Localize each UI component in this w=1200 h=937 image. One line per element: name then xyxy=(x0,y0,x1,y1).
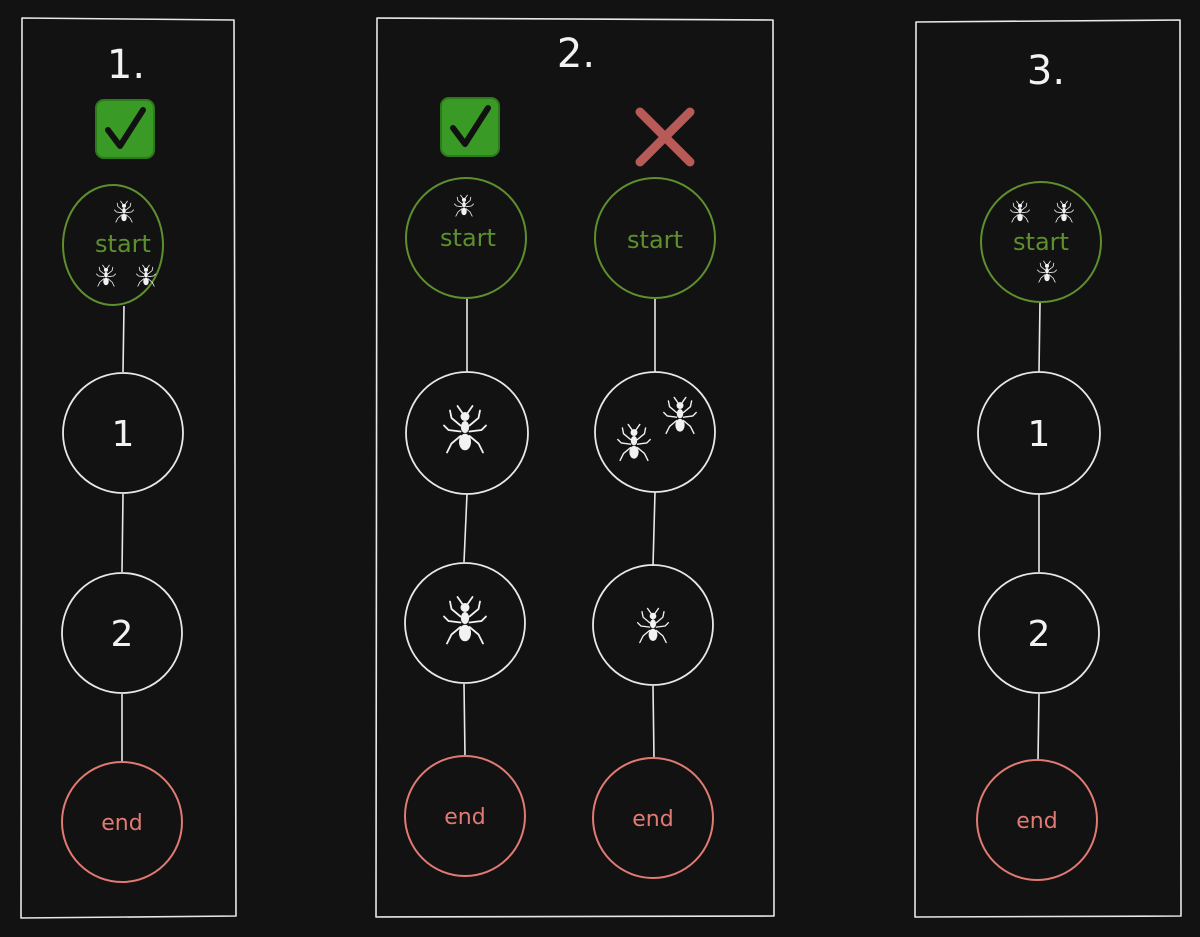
node-2: 2 xyxy=(978,572,1100,694)
end-node: end xyxy=(976,759,1098,881)
panel-1-label: 1. xyxy=(107,42,145,88)
cross-icon xyxy=(635,107,695,167)
panel-3: 3. start 1 2 end xyxy=(914,19,1182,918)
node-label: 1 xyxy=(1028,414,1051,455)
ant-icon xyxy=(454,194,474,217)
edge xyxy=(463,683,466,757)
edge xyxy=(1038,301,1041,373)
node-2: 2 xyxy=(61,572,183,694)
node-label: 1 xyxy=(112,414,135,455)
end-node: end xyxy=(404,755,526,877)
ant-icon xyxy=(636,607,670,644)
panel-3-label: 3. xyxy=(1027,48,1065,94)
start-node: start xyxy=(980,181,1102,303)
start-node: start xyxy=(405,177,527,299)
node-2 xyxy=(404,562,526,684)
ant-icon xyxy=(1037,260,1057,283)
node-label: 2 xyxy=(111,614,134,655)
edge xyxy=(121,493,124,573)
edge xyxy=(652,491,656,567)
start-node: start xyxy=(594,177,716,299)
ant-icon xyxy=(1010,200,1030,223)
ant-icon xyxy=(1054,200,1074,223)
node-1 xyxy=(594,371,716,493)
panel-1-status xyxy=(95,99,155,159)
ant-icon xyxy=(663,396,697,435)
node-label: 2 xyxy=(1028,614,1051,655)
node-1: 1 xyxy=(977,371,1101,495)
edge xyxy=(463,493,468,563)
ant-icon xyxy=(96,264,116,287)
ant-icon xyxy=(136,264,156,287)
end-node: end xyxy=(61,761,183,883)
node-2 xyxy=(592,564,714,686)
panel-2-path-2-status xyxy=(635,107,695,167)
edge xyxy=(652,685,655,759)
node-1: 1 xyxy=(62,372,184,494)
ant-icon xyxy=(443,405,487,454)
start-label: start xyxy=(627,226,683,254)
panel-2-label: 2. xyxy=(557,31,595,77)
end-node: end xyxy=(592,757,714,879)
node-1 xyxy=(405,371,529,495)
ant-icon xyxy=(443,596,487,645)
end-label: end xyxy=(632,807,673,832)
ant-icon xyxy=(114,200,134,223)
start-label: start xyxy=(95,230,151,258)
panel-2: 2. start start end end xyxy=(375,17,775,918)
end-label: end xyxy=(101,811,142,836)
start-node: start xyxy=(62,184,164,306)
panel-2-path-1-status xyxy=(440,97,500,157)
panel-1: 1. start 1 2 end xyxy=(20,17,237,919)
end-label: end xyxy=(1016,809,1057,834)
panel-3-frame xyxy=(914,19,1182,918)
ant-icon xyxy=(617,423,651,462)
edge xyxy=(122,305,125,373)
start-label: start xyxy=(1013,228,1069,256)
end-label: end xyxy=(444,805,485,830)
panel-2-frame xyxy=(375,17,775,918)
start-label: start xyxy=(440,224,496,252)
ant-path-diagram: 1. start 1 2 end 2. start start end end … xyxy=(20,17,1182,919)
edge xyxy=(1037,693,1040,761)
